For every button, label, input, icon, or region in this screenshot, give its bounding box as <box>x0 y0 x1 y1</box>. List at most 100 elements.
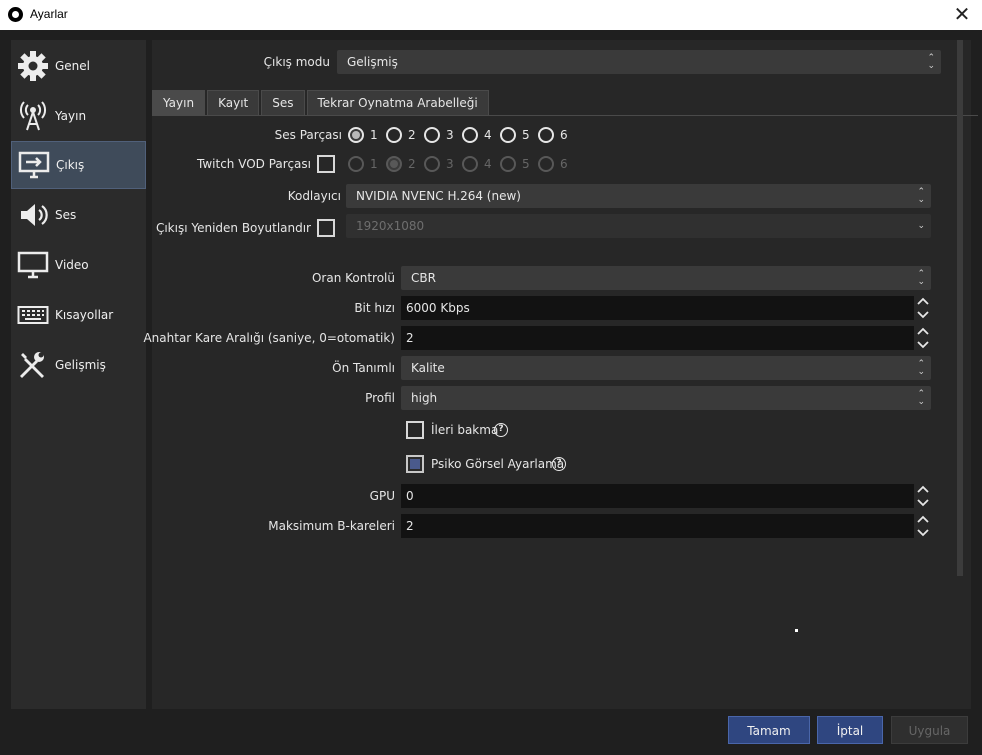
audio-track-radio-6[interactable] <box>538 127 554 143</box>
sidebar-item-genel[interactable]: Genel <box>11 42 146 90</box>
chevron-down-icon: ⌄ <box>917 221 925 231</box>
lookahead-label: İleri bakma <box>431 423 499 437</box>
rate-control-label: Oran Kontrolü <box>311 271 395 285</box>
encoder-value: NVIDIA NVENC H.264 (new) <box>356 189 521 203</box>
sidebar-item-ses[interactable]: Ses <box>11 191 146 239</box>
preset-select[interactable]: Kalite ⌃ ⌄ <box>401 356 931 380</box>
close-icon[interactable]: ✕ <box>950 3 974 27</box>
twitch-track-radio-4 <box>462 156 478 172</box>
max-bframes-stepper[interactable] <box>915 514 931 538</box>
sidebar-item-yayin[interactable]: Yayın <box>11 92 146 140</box>
sidebar-item-label: Ses <box>55 208 77 222</box>
ok-button[interactable]: Tamam <box>728 716 810 744</box>
help-icon[interactable]: ? <box>494 423 508 437</box>
keyframe-field[interactable]: 2 <box>401 326 914 350</box>
sidebar-item-video[interactable]: Video <box>11 241 146 289</box>
profile-select[interactable]: high ⌃ ⌄ <box>401 386 931 410</box>
rescale-value: 1920x1080 <box>356 219 425 233</box>
audio-track-radio-2[interactable] <box>386 127 402 143</box>
output-tabs: Yayın Kayıt Ses Tekrar Oynatma Arabelleğ… <box>152 90 491 116</box>
output-mode-label: Çıkış modu <box>263 55 330 69</box>
bitrate-stepper[interactable] <box>915 296 931 320</box>
output-icon <box>16 147 52 183</box>
twitch-track-radio-label: 5 <box>522 157 530 171</box>
output-mode-select[interactable]: Gelişmiş ⌃ ⌄ <box>337 50 941 74</box>
audio-track-radio-label: 3 <box>446 128 454 142</box>
audio-track-radio-5[interactable] <box>500 127 516 143</box>
cancel-button[interactable]: İptal <box>817 716 883 744</box>
encoder-select[interactable]: NVIDIA NVENC H.264 (new) ⌃ ⌄ <box>346 184 931 208</box>
help-icon[interactable]: ? <box>552 457 566 471</box>
twitch-track-radio-label: 3 <box>446 157 454 171</box>
preset-label: Ön Tanımlı <box>332 361 395 375</box>
lookahead-checkbox[interactable] <box>406 421 424 439</box>
twitch-track-radio-5 <box>500 156 516 172</box>
twitch-track-radio-3 <box>424 156 440 172</box>
sidebar-item-label: Video <box>55 258 89 272</box>
twitch-vod-label: Twitch VOD Parçası <box>197 157 311 171</box>
sidebar-item-cikis[interactable]: Çıkış <box>11 141 146 189</box>
sidebar-item-label: Yayın <box>55 109 87 123</box>
rate-control-value: CBR <box>411 271 436 285</box>
profile-value: high <box>411 391 438 405</box>
updown-arrows-icon: ⌃ ⌄ <box>917 187 925 205</box>
gpu-label: GPU <box>369 489 395 503</box>
bitrate-field[interactable]: 6000 Kbps <box>401 296 914 320</box>
tab-kayit[interactable]: Kayıt <box>207 90 260 116</box>
twitch-vod-checkbox[interactable] <box>317 155 335 173</box>
updown-arrows-icon: ⌃ ⌄ <box>917 269 925 287</box>
preset-value: Kalite <box>411 361 445 375</box>
sidebar-item-label: Gelişmiş <box>55 358 106 372</box>
max-bframes-value: 2 <box>406 519 414 533</box>
bitrate-label: Bit hızı <box>354 301 395 315</box>
rescale-checkbox[interactable] <box>317 219 335 237</box>
updown-arrows-icon: ⌃ ⌄ <box>917 359 925 377</box>
twitch-track-radio-label: 4 <box>484 157 492 171</box>
max-bframes-field[interactable]: 2 <box>401 514 914 538</box>
tab-ses[interactable]: Ses <box>261 90 305 116</box>
twitch-track-radio-label: 6 <box>560 157 568 171</box>
apply-button[interactable]: Uygula <box>891 716 968 744</box>
rate-control-select[interactable]: CBR ⌃ ⌄ <box>401 266 931 290</box>
audio-track-radio-3[interactable] <box>424 127 440 143</box>
psycho-visual-checkbox[interactable] <box>406 455 424 473</box>
updown-arrows-icon: ⌃ ⌄ <box>917 389 925 407</box>
vertical-scrollbar[interactable] <box>957 40 963 576</box>
twitch-track-radio-2 <box>386 156 402 172</box>
profile-label: Profil <box>365 391 395 405</box>
audio-track-radio-label: 2 <box>408 128 416 142</box>
rescale-label: Çıkışı Yeniden Boyutlandır <box>155 221 311 235</box>
keyframe-value: 2 <box>406 331 414 345</box>
broadcast-icon <box>15 98 51 134</box>
sidebar-item-label: Çıkış <box>56 158 85 172</box>
audio-track-radio-label: 5 <box>522 128 530 142</box>
encoder-label: Kodlayıcı <box>287 189 341 203</box>
max-bframes-label: Maksimum B-kareleri <box>268 519 395 533</box>
tab-replay-buffer[interactable]: Tekrar Oynatma Arabelleği <box>306 90 489 116</box>
title-bar: Ayarlar ✕ <box>0 0 982 30</box>
keyframe-label: Anahtar Kare Aralığı (saniye, 0=otomatik… <box>143 331 395 345</box>
twitch-track-radio-1 <box>348 156 364 172</box>
audio-track-radio-4[interactable] <box>462 127 478 143</box>
obs-logo-icon <box>8 7 23 22</box>
audio-track-label: Ses Parçası <box>274 128 342 142</box>
tab-divider <box>152 115 978 116</box>
mouse-cursor-dot <box>795 629 798 632</box>
sidebar-item-kisayollar[interactable]: Kısayollar <box>11 291 146 339</box>
monitor-icon <box>15 247 51 283</box>
tab-yayin[interactable]: Yayın <box>152 90 206 116</box>
twitch-track-radio-6 <box>538 156 554 172</box>
sidebar-item-gelismis[interactable]: Gelişmiş <box>11 341 146 389</box>
window-title: Ayarlar <box>30 7 68 21</box>
gear-icon <box>15 48 51 84</box>
gpu-field[interactable]: 0 <box>401 484 914 508</box>
audio-track-radio-label: 4 <box>484 128 492 142</box>
gpu-stepper[interactable] <box>915 484 931 508</box>
audio-track-radio-1[interactable] <box>348 127 364 143</box>
keyframe-stepper[interactable] <box>915 326 931 350</box>
speaker-icon <box>15 197 51 233</box>
tools-icon <box>15 347 51 383</box>
gpu-value: 0 <box>406 489 414 503</box>
sidebar-item-label: Genel <box>55 59 91 73</box>
keyboard-icon <box>15 297 51 333</box>
